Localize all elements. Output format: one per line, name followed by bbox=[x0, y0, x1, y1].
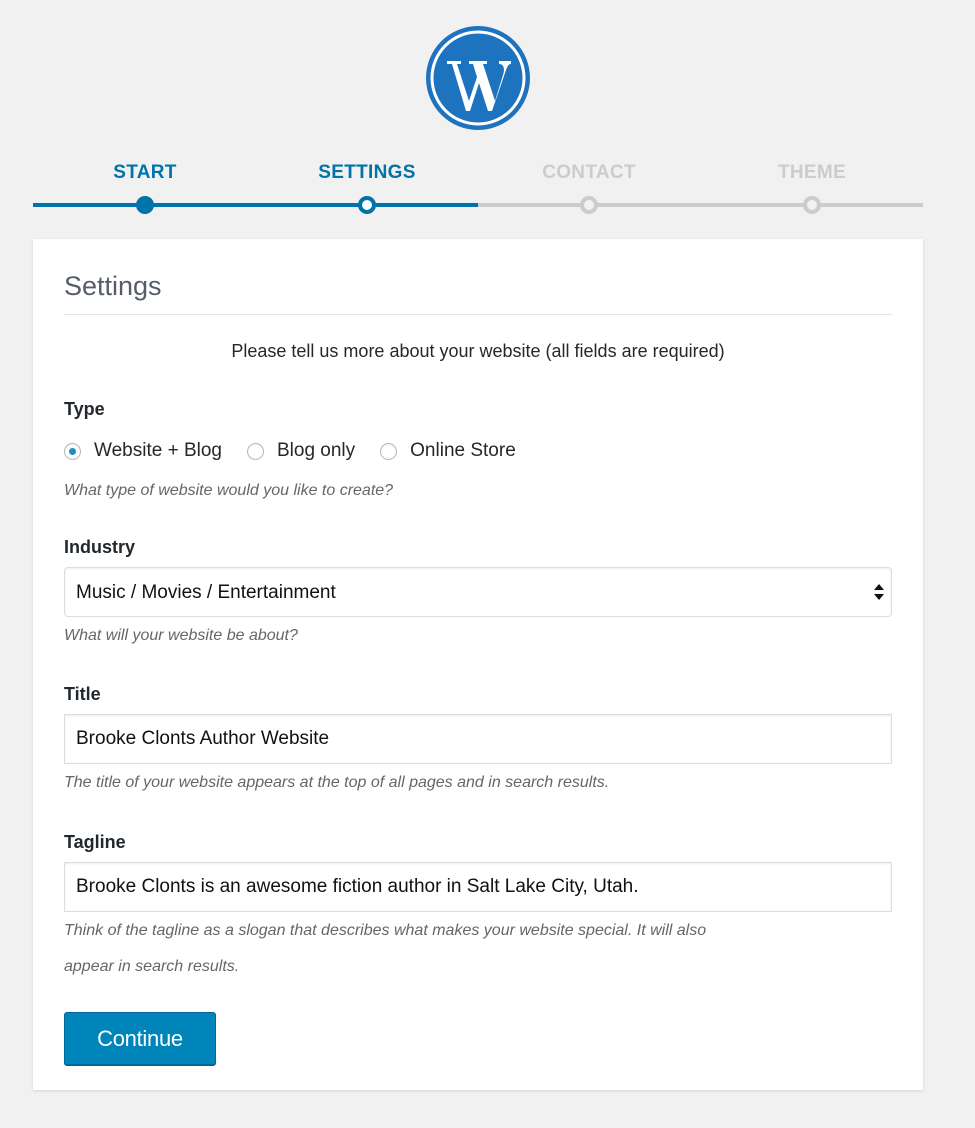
step-contact-dot bbox=[580, 196, 598, 214]
radio-website-blog-label[interactable]: Website + Blog bbox=[94, 440, 222, 462]
step-settings-label: SETTINGS bbox=[318, 162, 416, 183]
industry-select[interactable]: Music / Movies / Entertainment bbox=[64, 567, 892, 617]
title-divider bbox=[64, 314, 892, 315]
type-option-website-blog[interactable]: Website + Blog bbox=[64, 440, 222, 462]
step-contact-label: CONTACT bbox=[542, 162, 636, 183]
step-settings-dot bbox=[358, 196, 376, 214]
step-start-dot bbox=[136, 196, 154, 214]
step-theme-dot bbox=[803, 196, 821, 214]
title-label: Title bbox=[64, 684, 101, 704]
radio-blog-only[interactable] bbox=[246, 442, 264, 460]
page-title: Settings bbox=[64, 271, 162, 301]
select-arrows-icon[interactable] bbox=[873, 582, 885, 602]
progress-track-remaining bbox=[478, 203, 923, 207]
setup-progress-steps: START SETTINGS CONTACT THEME bbox=[33, 150, 923, 220]
industry-hint: What will your website be about? bbox=[64, 627, 298, 644]
type-option-online-store[interactable]: Online Store bbox=[380, 440, 516, 462]
step-theme-label: THEME bbox=[778, 162, 846, 183]
step-start-label: START bbox=[113, 162, 177, 183]
radio-website-blog[interactable] bbox=[64, 442, 81, 460]
tagline-hint-line-2: appear in search results. bbox=[64, 958, 240, 975]
industry-select-value[interactable]: Music / Movies / Entertainment bbox=[76, 582, 336, 604]
title-input[interactable] bbox=[64, 714, 892, 764]
wordpress-logo-icon bbox=[425, 25, 531, 131]
type-hint: What type of website would you like to c… bbox=[64, 482, 394, 499]
intro-text: Please tell us more about your website (… bbox=[231, 341, 725, 361]
type-radio-group: Website + Blog Blog only Online Store bbox=[64, 437, 541, 465]
continue-button[interactable]: Continue bbox=[64, 1012, 216, 1065]
type-option-blog-only[interactable]: Blog only bbox=[246, 440, 355, 462]
tagline-label: Tagline bbox=[64, 832, 126, 852]
radio-online-store[interactable] bbox=[380, 442, 398, 460]
progress-track-complete bbox=[33, 203, 478, 207]
industry-label: Industry bbox=[64, 537, 136, 557]
tagline-hint-line-1: Think of the tagline as a slogan that de… bbox=[64, 922, 707, 939]
radio-online-store-label[interactable]: Online Store bbox=[410, 440, 516, 462]
type-label: Type bbox=[64, 399, 105, 419]
tagline-input[interactable] bbox=[64, 862, 892, 912]
radio-blog-only-label[interactable]: Blog only bbox=[277, 440, 355, 462]
settings-card: Settings Please tell us more about your … bbox=[33, 239, 923, 1090]
title-hint: The title of your website appears at the… bbox=[64, 774, 610, 791]
